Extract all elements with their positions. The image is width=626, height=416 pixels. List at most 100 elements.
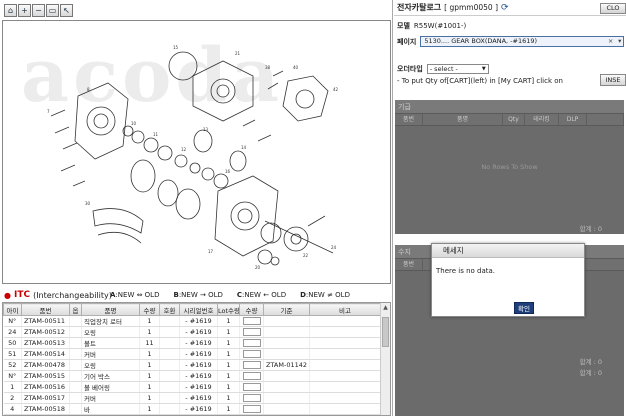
table-row[interactable]: 50 ZTAM-00513 볼트 11 - #1619 1 <box>3 337 381 349</box>
table-cell: 1 <box>139 370 160 382</box>
quantity-input[interactable] <box>242 339 261 347</box>
table-cell[interactable] <box>239 370 264 382</box>
col-header <box>587 114 624 125</box>
parts-drawing[interactable]: acoda 15 21 38 40 42 7 8 10 11 12 13 14 … <box>2 20 391 284</box>
col-header[interactable]: Qty <box>503 114 525 125</box>
drawing-toolbar: ⌂ + − ▭ ↖ <box>4 4 73 17</box>
col-header[interactable]: 품명 <box>81 303 140 316</box>
col-header[interactable]: Lot수량 <box>217 303 240 316</box>
table-cell[interactable] <box>239 348 264 360</box>
col-header[interactable]: 품명 <box>423 114 503 125</box>
table-scrollbar[interactable]: ▲ <box>380 303 390 415</box>
page-select[interactable]: 5130.... GEAR BOX(DANA, -#1619) × ▾ <box>420 36 625 47</box>
table-cell <box>69 381 82 393</box>
table-row[interactable]: N° ZTAM-00511 직업장치 로터 1- #1619 1 <box>3 315 381 327</box>
col-header[interactable]: 호환 <box>159 303 180 316</box>
table-row[interactable]: 2 ZTAM-00517 커버 1- #1619 1 <box>3 392 381 404</box>
table-cell <box>69 359 82 371</box>
table-row[interactable]: 52 ZTAM-00478 오링 1- #1619 1 ZTAM-01142 <box>3 359 381 371</box>
table-row[interactable]: N° ZTAM-00515 기어 박스 1- #1619 1 <box>3 370 381 382</box>
svg-text:14: 14 <box>241 145 247 150</box>
svg-text:15: 15 <box>173 45 179 50</box>
table-cell: 11 <box>139 337 160 349</box>
pointer-icon[interactable]: ↖ <box>60 4 73 17</box>
quantity-input[interactable] <box>242 394 261 402</box>
exploded-view-diagram: 152138 40427 81011 121314 161720 222430 <box>47 45 339 270</box>
col-header[interactable]: 비고 <box>309 303 381 316</box>
table-row[interactable]: 51 ZTAM-00514 커버 1- #1619 1 <box>3 348 381 360</box>
col-header[interactable]: 아이 <box>3 303 22 316</box>
table-cell[interactable] <box>239 315 264 327</box>
cart-columns: 품번 품명 Qty 테리킹 DLP <box>395 114 624 126</box>
table-cell: 1 <box>3 381 22 393</box>
col-header[interactable]: 수량 <box>239 303 264 316</box>
chevron-down-icon[interactable]: ▼ <box>482 65 486 73</box>
quantity-input[interactable] <box>242 317 261 325</box>
col-header[interactable]: DLP <box>559 114 587 125</box>
svg-text:11: 11 <box>153 132 159 137</box>
table-row[interactable]: 1 ZTAM-00516 볼 베어링 1- #1619 1 <box>3 381 381 393</box>
catalog-panel: 전자카탈로그 [ gpmm0050 ] ⟳ CLO 모델 R55W(#1001-… <box>394 0 626 416</box>
chevron-down-icon[interactable]: ▾ <box>618 37 621 46</box>
quantity-input[interactable] <box>242 383 261 391</box>
table-cell: - #1619 <box>179 359 218 371</box>
page-select-value: 5130.... GEAR BOX(DANA, -#1619) <box>424 37 538 45</box>
table-cell <box>263 348 310 360</box>
table-cell <box>309 403 381 415</box>
legend-c: C:NEW ← OLD <box>236 291 287 299</box>
table-cell <box>263 337 310 349</box>
col-header[interactable]: 옵 <box>69 303 82 316</box>
table-cell: 볼트 <box>81 337 140 349</box>
quantity-input[interactable] <box>242 361 261 369</box>
table-cell[interactable] <box>239 337 264 349</box>
quantity-input[interactable] <box>242 372 261 380</box>
table-cell[interactable] <box>239 403 264 415</box>
table-cell[interactable] <box>239 392 264 404</box>
close-button[interactable]: CLO <box>600 3 626 14</box>
home-icon[interactable]: ⌂ <box>4 4 17 17</box>
svg-text:21: 21 <box>235 51 241 56</box>
order-type-select[interactable]: - select - ▼ <box>426 64 489 74</box>
scroll-up-icon[interactable]: ▲ <box>381 303 390 313</box>
table-cell <box>263 370 310 382</box>
zoom-in-icon[interactable]: + <box>18 4 31 17</box>
table-cell <box>263 381 310 393</box>
table-cell <box>159 381 180 393</box>
quantity-input[interactable] <box>242 328 261 336</box>
dialog-title: 메세지 <box>432 244 584 258</box>
table-cell <box>309 381 381 393</box>
clear-icon[interactable]: × <box>608 37 613 46</box>
col-header[interactable]: 테리킹 <box>525 114 559 125</box>
col-header[interactable]: 수량 <box>139 303 160 316</box>
zoom-out-icon[interactable]: − <box>32 4 45 17</box>
ok-button[interactable]: 확인 <box>514 302 534 314</box>
table-cell[interactable] <box>239 326 264 338</box>
col-header[interactable]: 기준 <box>263 303 310 316</box>
table-cell[interactable] <box>239 359 264 371</box>
table-cell: 2 <box>3 392 22 404</box>
col-header[interactable]: 품번 <box>395 114 423 125</box>
cart-grid: 기급 품번 품명 Qty 테리킹 DLP No Rows To Show 합계 … <box>395 100 624 234</box>
quantity-input[interactable] <box>242 350 261 358</box>
col-header[interactable]: 시리얼번호 <box>179 303 218 316</box>
page-row: 페이지 5130.... GEAR BOX(DANA, -#1619) × ▾ <box>397 36 625 47</box>
table-cell: 바 <box>81 403 140 415</box>
table-cell: 1 <box>217 337 240 349</box>
scroll-thumb[interactable] <box>382 317 389 347</box>
table-cell <box>159 348 180 360</box>
refresh-icon[interactable]: ⟳ <box>501 3 509 13</box>
table-cell: 직업장치 로터 <box>81 315 140 327</box>
table-cell: 1 <box>139 381 160 393</box>
print-icon[interactable]: ▭ <box>46 4 59 17</box>
table-cell: - #1619 <box>179 315 218 327</box>
table-cell[interactable] <box>239 381 264 393</box>
quantity-input[interactable] <box>242 405 261 413</box>
insert-button[interactable]: INSE <box>600 74 626 86</box>
col-header[interactable]: 품번 <box>21 303 70 316</box>
table-row[interactable]: 24 ZTAM-00512 오링 1- #1619 1 <box>3 326 381 338</box>
col-header[interactable]: 품번 <box>395 259 423 270</box>
table-cell <box>69 315 82 327</box>
table-cell: ZTAM-00511 <box>21 315 70 327</box>
table-row[interactable]: 4 ZTAM-00518 바 1- #1619 1 <box>3 403 381 415</box>
table-cell: 1 <box>139 315 160 327</box>
